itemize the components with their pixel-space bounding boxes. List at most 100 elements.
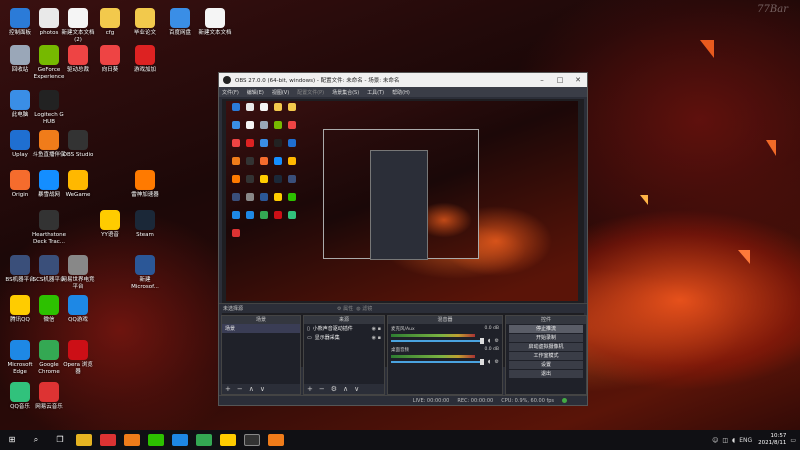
add-source-button[interactable]: + bbox=[307, 384, 313, 394]
desktop-shortcut[interactable]: YY语音 bbox=[92, 210, 128, 239]
exit-button[interactable]: 退出 bbox=[509, 370, 583, 378]
move-up-button[interactable]: ∧ bbox=[343, 384, 348, 394]
app-taskbar-icon[interactable] bbox=[268, 434, 284, 446]
desktop-shortcut-label: Logitech G HUB bbox=[34, 112, 64, 125]
add-scene-button[interactable]: + bbox=[225, 384, 231, 394]
menu-profile[interactable]: 配置文件(P) bbox=[297, 89, 324, 96]
recycle-bin-icon bbox=[10, 45, 30, 65]
edge-taskbar-icon[interactable] bbox=[172, 434, 188, 446]
settings-button[interactable]: 设置 bbox=[509, 361, 583, 369]
studio-mode-button[interactable]: 工作室模式 bbox=[509, 352, 583, 360]
desktop-shortcut[interactable]: Steam bbox=[127, 210, 163, 239]
desktop-shortcut-label: cfg bbox=[105, 30, 115, 36]
desktop-shortcut[interactable]: cfg bbox=[92, 8, 128, 37]
volume-slider-handle[interactable] bbox=[479, 338, 484, 344]
origin-icon bbox=[10, 170, 30, 190]
channel-name: 桌面音频 bbox=[391, 348, 409, 353]
desktop-shortcut[interactable]: 雷神加速器 bbox=[127, 170, 163, 199]
douyu-taskbar-icon[interactable] bbox=[124, 434, 140, 446]
menu-view[interactable]: 视图(V) bbox=[272, 89, 289, 96]
preview-mini-icon bbox=[246, 121, 254, 129]
notifications-icon[interactable]: ▭ bbox=[790, 437, 796, 444]
app-icon bbox=[68, 255, 88, 275]
menu-scene-collection[interactable]: 场景集合(S) bbox=[332, 89, 359, 96]
obs-window[interactable]: OBS 27.0.0 (64-bit, windows) - 配置文件: 未命名… bbox=[218, 72, 588, 406]
speaker-icon[interactable]: ◖ bbox=[488, 338, 491, 344]
desktop-shortcut[interactable]: 百度网盘 bbox=[162, 8, 198, 37]
gear-icon[interactable]: ⚙ bbox=[495, 359, 499, 365]
desktop-shortcut[interactable]: 新建文本文档 (2) bbox=[60, 8, 96, 44]
network-icon[interactable]: ◫ bbox=[722, 437, 728, 444]
remove-scene-button[interactable]: − bbox=[237, 384, 243, 394]
cloud-icon bbox=[170, 8, 190, 28]
wallpaper-shard bbox=[640, 195, 648, 205]
people-icon[interactable]: ☺ bbox=[712, 437, 718, 444]
battlenet-icon bbox=[39, 170, 59, 190]
qq-taskbar-icon[interactable] bbox=[220, 434, 236, 446]
channel-db: 0.0 dB bbox=[484, 347, 499, 352]
volume-slider[interactable] bbox=[391, 361, 482, 363]
close-button[interactable]: ✕ bbox=[569, 76, 587, 84]
menu-help[interactable]: 帮助(H) bbox=[392, 89, 410, 96]
clock-time: 10:57 bbox=[770, 433, 787, 439]
source-item[interactable]: ▭ 显示器采集 ◉ ▪ bbox=[304, 333, 384, 342]
desktop-shortcut[interactable]: WeGame bbox=[60, 170, 96, 199]
netease-music-taskbar-icon[interactable] bbox=[100, 434, 116, 446]
desktop-shortcut[interactable]: 毕业论文 bbox=[127, 8, 163, 37]
preview-mini-icon bbox=[232, 193, 240, 201]
desktop-shortcut[interactable]: 驱动总裁 bbox=[60, 45, 96, 74]
lock-icon[interactable]: ▪ bbox=[376, 326, 381, 332]
remove-source-button[interactable]: − bbox=[319, 384, 325, 394]
title-bar[interactable]: OBS 27.0.0 (64-bit, windows) - 配置文件: 未命名… bbox=[219, 73, 587, 87]
preview-mini-icon bbox=[260, 193, 268, 201]
language-indicator[interactable]: ENG bbox=[739, 437, 752, 444]
desktop-shortcut[interactable]: 新建文本文档 bbox=[197, 8, 233, 37]
desktop-shortcut-label: 毕业论文 bbox=[133, 30, 156, 36]
move-down-button[interactable]: ∨ bbox=[260, 384, 265, 394]
menu-file[interactable]: 文件(F) bbox=[222, 89, 239, 96]
start-recording-button[interactable]: 开始录制 bbox=[509, 334, 583, 342]
minimize-button[interactable]: – bbox=[533, 76, 551, 84]
volume-icon[interactable]: ◖ bbox=[732, 437, 735, 444]
desktop-shortcut[interactable]: 网易世界电竞 平台 bbox=[60, 255, 96, 291]
file-explorer-icon[interactable] bbox=[76, 434, 92, 446]
search-icon[interactable]: ⌕ bbox=[28, 434, 44, 446]
desktop-shortcut[interactable]: 网易云音乐 bbox=[31, 382, 67, 411]
desktop-shortcut-label: Steam bbox=[136, 232, 154, 238]
folder-icon bbox=[135, 8, 155, 28]
obs-taskbar-icon[interactable] bbox=[244, 434, 260, 446]
start-windows-icon[interactable]: ⊞ bbox=[4, 434, 20, 446]
source-item[interactable]: ▯ 小熊声音驱动插件 ◉ ▪ bbox=[304, 324, 384, 333]
desktop-shortcut-label: 新建文本文档 (2) bbox=[61, 30, 95, 43]
move-down-button[interactable]: ∨ bbox=[354, 384, 359, 394]
source-properties-gear-icon[interactable]: ⚙ bbox=[331, 384, 337, 394]
volume-slider[interactable] bbox=[391, 340, 482, 342]
desktop-shortcut[interactable]: QQ游戏 bbox=[60, 295, 96, 324]
scene-item[interactable]: 场景 bbox=[222, 324, 300, 333]
desktop-shortcut-label: 雷神加速器 bbox=[131, 192, 159, 198]
properties-button[interactable]: ⚙ 属性 ◍ 滤镜 bbox=[337, 305, 372, 312]
stop-streaming-button[interactable]: 停止推流 bbox=[509, 325, 583, 333]
menu-edit[interactable]: 编辑(E) bbox=[247, 89, 264, 96]
clock[interactable]: 10:57 2021/8/11 bbox=[758, 433, 786, 447]
gear-icon[interactable]: ⚙ bbox=[495, 338, 499, 344]
desktop-shortcut[interactable]: 游戏加加 bbox=[127, 45, 163, 74]
desktop-shortcut[interactable]: 新建 Microsof... bbox=[127, 255, 163, 291]
desktop-shortcut[interactable]: Logitech G HUB bbox=[31, 90, 67, 126]
chrome-taskbar-icon[interactable] bbox=[196, 434, 212, 446]
menu-tools[interactable]: 工具(T) bbox=[367, 89, 384, 96]
desktop-shortcut[interactable]: Opera 浏览 器 bbox=[60, 340, 96, 376]
yy-icon bbox=[100, 210, 120, 230]
task-view-icon[interactable]: ❐ bbox=[52, 434, 68, 446]
volume-slider-handle[interactable] bbox=[479, 359, 484, 365]
move-up-button[interactable]: ∧ bbox=[249, 384, 254, 394]
maximize-button[interactable]: □ bbox=[551, 76, 569, 84]
desktop-shortcut[interactable]: 向日葵 bbox=[92, 45, 128, 74]
desktop-shortcut[interactable]: Hearthstone Deck Trac... bbox=[31, 210, 67, 246]
desktop-shortcut[interactable]: OBS Studio bbox=[60, 130, 96, 159]
lock-icon[interactable]: ▪ bbox=[376, 335, 381, 341]
wechat-taskbar-icon[interactable] bbox=[148, 434, 164, 446]
start-virtual-camera-button[interactable]: 启动虚拟摄像机 bbox=[509, 343, 583, 351]
window-title: OBS 27.0.0 (64-bit, windows) - 配置文件: 未命名… bbox=[235, 78, 400, 84]
speaker-icon[interactable]: ◖ bbox=[488, 359, 491, 365]
